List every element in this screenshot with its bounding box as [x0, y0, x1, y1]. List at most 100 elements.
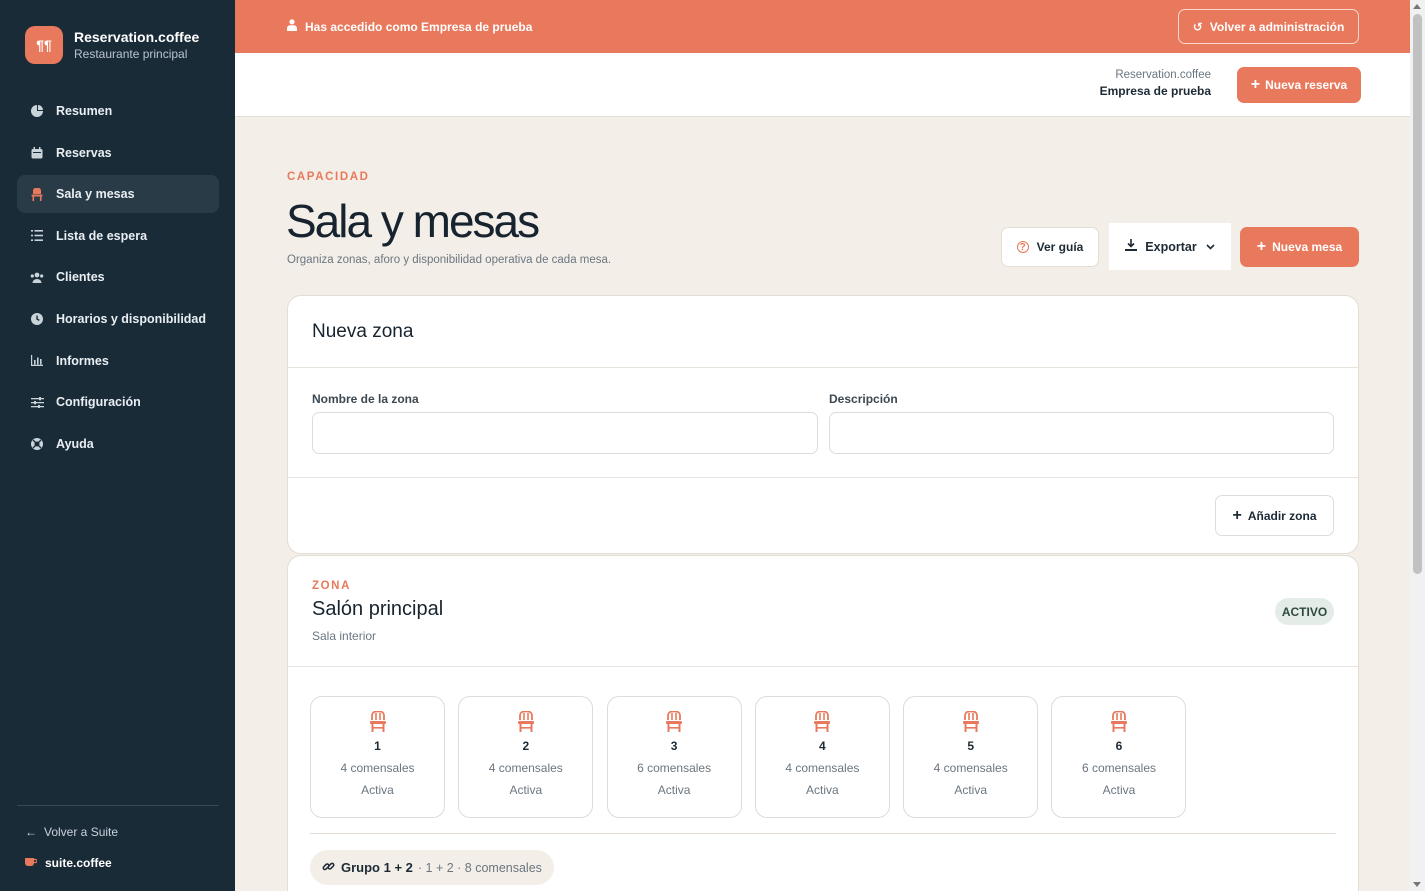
chevron-down-icon	[1206, 242, 1215, 252]
chair-icon	[30, 187, 44, 201]
sidebar-item-label: Clientes	[56, 270, 105, 285]
table-capacity: 4 comensales	[933, 761, 1008, 775]
zone-divider	[310, 833, 1336, 834]
table-status: Activa	[509, 783, 543, 797]
table-card[interactable]: 2 4 comensales Activa	[458, 696, 594, 818]
sidebar-item-clientes[interactable]: Clientes	[17, 258, 219, 296]
coffee-cup-icon	[25, 857, 38, 870]
scroll-up-arrow-icon[interactable]	[1413, 4, 1421, 9]
new-reservation-label: Nueva reserva	[1265, 78, 1348, 92]
scroll-down-arrow-icon[interactable]	[1413, 882, 1421, 887]
card-divider	[288, 666, 1358, 667]
new-table-button[interactable]: + Nueva mesa	[1240, 227, 1359, 267]
zone-name-input[interactable]	[312, 412, 818, 454]
back-to-admin-button[interactable]: ↺ Volver a administración	[1178, 9, 1359, 44]
table-group-pill[interactable]: Grupo 1 + 2 · 1 + 2 · 8 comensales	[310, 850, 554, 885]
sidebar-item-lista-de-espera[interactable]: Lista de espera	[17, 217, 219, 255]
sidebar-nav: Resumen Reservas Sala y mesas Lista de e…	[17, 92, 219, 466]
zone-name: Salón principal	[312, 598, 444, 620]
sidebar-item-label: Horarios y disponibilidad	[56, 311, 207, 326]
help-circle-icon: ?	[1016, 241, 1029, 253]
table-number: 6	[1115, 739, 1123, 753]
new-zone-title: Nueva zona	[312, 321, 414, 342]
table-status: Activa	[1102, 783, 1136, 797]
status-badge: ACTIVO	[1275, 598, 1334, 625]
brand-name: Reservation.coffee	[74, 29, 200, 45]
chair-icon	[311, 711, 444, 733]
sidebar-item-label: Lista de espera	[56, 228, 148, 243]
add-zone-label: Añadir zona	[1247, 508, 1317, 523]
chair-icon	[608, 711, 741, 733]
back-to-suite-link[interactable]: ← Volver a Suite	[25, 825, 118, 839]
zone-description-input[interactable]	[829, 412, 1334, 454]
sidebar-item-sala-y-mesas[interactable]: Sala y mesas	[17, 175, 219, 214]
banner-message: Has accedido como Empresa de prueba	[287, 19, 532, 34]
zone-description: Sala interior	[312, 629, 377, 643]
export-dropdown-button[interactable]: Exportar	[1109, 223, 1231, 270]
restaurant-logo-icon: ¶¶	[25, 26, 63, 64]
sliders-icon	[30, 395, 44, 409]
page-title: Sala y mesas	[286, 195, 540, 247]
page-description: Organiza zonas, aforo y disponibilidad o…	[287, 254, 612, 266]
sidebar-item-configuracion[interactable]: Configuración	[17, 383, 219, 421]
table-status: Activa	[954, 783, 988, 797]
org-info: Reservation.coffee Empresa de prueba	[1100, 69, 1211, 98]
brand[interactable]: ¶¶ Reservation.coffee Restaurante princi…	[25, 26, 199, 64]
sidebar-item-resumen[interactable]: Resumen	[17, 92, 219, 130]
pie-chart-icon	[30, 104, 44, 118]
back-to-suite-label: Volver a Suite	[44, 825, 119, 839]
download-icon	[1125, 239, 1138, 254]
plus-icon: +	[1250, 76, 1261, 93]
link-icon	[322, 860, 335, 876]
sidebar-divider	[17, 805, 219, 806]
zone-card: ZONA Salón principal Sala interior ACTIV…	[287, 555, 1359, 891]
sidebar-item-label: Ayuda	[56, 436, 94, 451]
table-capacity: 6 comensales	[637, 761, 712, 775]
chair-icon	[904, 711, 1037, 733]
undo-icon: ↺	[1192, 19, 1203, 34]
brand-text: Reservation.coffee Restaurante principal	[74, 29, 199, 61]
sidebar-item-horarios[interactable]: Horarios y disponibilidad	[17, 300, 219, 338]
page-eyebrow: CAPACIDAD	[287, 171, 370, 183]
back-to-admin-label: Volver a administración	[1209, 19, 1345, 34]
view-guide-button[interactable]: ? Ver guía	[1001, 227, 1099, 267]
org-app-name: Reservation.coffee	[1115, 69, 1211, 81]
new-reservation-button[interactable]: + Nueva reserva	[1237, 67, 1361, 103]
bar-chart-icon	[30, 354, 44, 368]
scroll-thumb[interactable]	[1413, 14, 1422, 574]
table-card[interactable]: 5 4 comensales Activa	[903, 696, 1039, 818]
help-icon	[30, 437, 44, 451]
chair-icon	[459, 711, 592, 733]
sidebar-item-label: Configuración	[56, 395, 141, 410]
org-name: Empresa de prueba	[1099, 84, 1211, 98]
chair-icon	[1052, 711, 1185, 733]
table-card[interactable]: 6 6 comensales Activa	[1051, 696, 1187, 818]
table-status: Activa	[657, 783, 691, 797]
list-icon	[30, 229, 44, 243]
suite-brand-label: suite.coffee	[45, 856, 112, 870]
table-card[interactable]: 1 4 comensales Activa	[310, 696, 445, 818]
table-capacity: 4 comensales	[488, 761, 563, 775]
table-status: Activa	[361, 783, 394, 797]
clock-icon	[30, 312, 44, 326]
sidebar-item-ayuda[interactable]: Ayuda	[17, 425, 219, 463]
table-card[interactable]: 3 6 comensales Activa	[606, 696, 742, 818]
table-number: 3	[670, 739, 678, 753]
impersonation-banner: Has accedido como Empresa de prueba ↺ Vo…	[235, 0, 1410, 53]
table-capacity: 6 comensales	[1081, 761, 1156, 775]
user-lock-icon	[287, 19, 297, 34]
zone-description-label: Descripción	[829, 392, 898, 406]
add-zone-button[interactable]: + Añadir zona	[1215, 495, 1334, 536]
new-zone-card: Nueva zona Nombre de la zona Descripción…	[287, 295, 1359, 554]
group-detail: · 1 + 2 · 8 comensales	[417, 860, 542, 875]
sidebar-item-reservas[interactable]: Reservas	[17, 134, 219, 172]
export-label: Exportar	[1145, 239, 1197, 254]
sidebar-item-informes[interactable]: Informes	[17, 342, 219, 380]
arrow-left-icon: ←	[25, 825, 37, 839]
page-scrollbar[interactable]	[1410, 0, 1425, 891]
table-list: 1 4 comensales Activa 2 4 comensales Act…	[310, 696, 1200, 818]
table-number: 4	[819, 739, 826, 753]
suite-brand[interactable]: suite.coffee	[25, 856, 112, 870]
table-card[interactable]: 4 4 comensales Activa	[754, 696, 890, 818]
users-icon	[30, 270, 44, 284]
